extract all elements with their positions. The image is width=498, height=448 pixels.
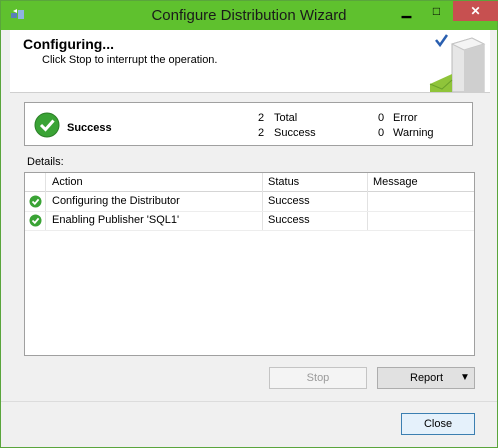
wizard-window: Configure Distribution Wizard ▁ □ ✕ Conf… bbox=[0, 0, 498, 448]
footer-divider bbox=[1, 401, 497, 402]
close-button[interactable]: Close bbox=[401, 413, 475, 435]
server-check-icon bbox=[429, 34, 486, 92]
page-subtitle: Click Stop to interrupt the operation. bbox=[42, 54, 218, 66]
column-header-status[interactable]: Status bbox=[268, 176, 299, 188]
minimize-button[interactable]: ▁ bbox=[392, 1, 421, 21]
column-header-action[interactable]: Action bbox=[52, 176, 83, 188]
row-status: Success bbox=[268, 195, 310, 207]
row-action: Configuring the Distributor bbox=[52, 195, 180, 207]
warning-label: Warning bbox=[393, 127, 434, 139]
column-header-message[interactable]: Message bbox=[373, 176, 418, 188]
close-window-button[interactable]: ✕ bbox=[453, 1, 498, 21]
error-count: 0 bbox=[378, 112, 385, 124]
row-action: Enabling Publisher 'SQL1' bbox=[52, 214, 180, 226]
wizard-header: Configuring... Click Stop to interrupt t… bbox=[10, 30, 490, 93]
stop-button[interactable]: Stop bbox=[269, 367, 367, 389]
warning-count: 0 bbox=[378, 127, 385, 139]
report-button-label: Report bbox=[410, 372, 444, 384]
row-status: Success bbox=[268, 214, 310, 226]
success-count: 2 bbox=[258, 127, 265, 139]
maximize-button[interactable]: □ bbox=[422, 1, 451, 21]
success-check-icon bbox=[29, 195, 42, 208]
report-button[interactable]: Report ▼ bbox=[377, 367, 475, 389]
title-bar[interactable]: Configure Distribution Wizard ▁ □ ✕ bbox=[1, 1, 498, 30]
details-label: Details: bbox=[27, 156, 64, 168]
table-header: Action Status Message bbox=[25, 173, 474, 192]
error-label: Error bbox=[393, 112, 418, 124]
total-label: Total bbox=[274, 112, 298, 124]
summary-panel: Success 2 Total 2 Success 0 Error 0 Warn… bbox=[24, 102, 473, 146]
success-check-icon bbox=[34, 112, 60, 138]
table-row[interactable]: Enabling Publisher 'SQL1' Success bbox=[25, 211, 474, 231]
summary-status: Success bbox=[67, 122, 112, 134]
success-check-icon bbox=[29, 214, 42, 227]
success-label: Success bbox=[274, 127, 316, 139]
page-title: Configuring... bbox=[23, 36, 114, 52]
total-count: 2 bbox=[258, 112, 265, 124]
table-row[interactable]: Configuring the Distributor Success bbox=[25, 192, 474, 212]
dropdown-arrow-icon: ▼ bbox=[460, 372, 470, 383]
details-table[interactable]: Action Status Message Configuring the Di… bbox=[24, 172, 475, 356]
